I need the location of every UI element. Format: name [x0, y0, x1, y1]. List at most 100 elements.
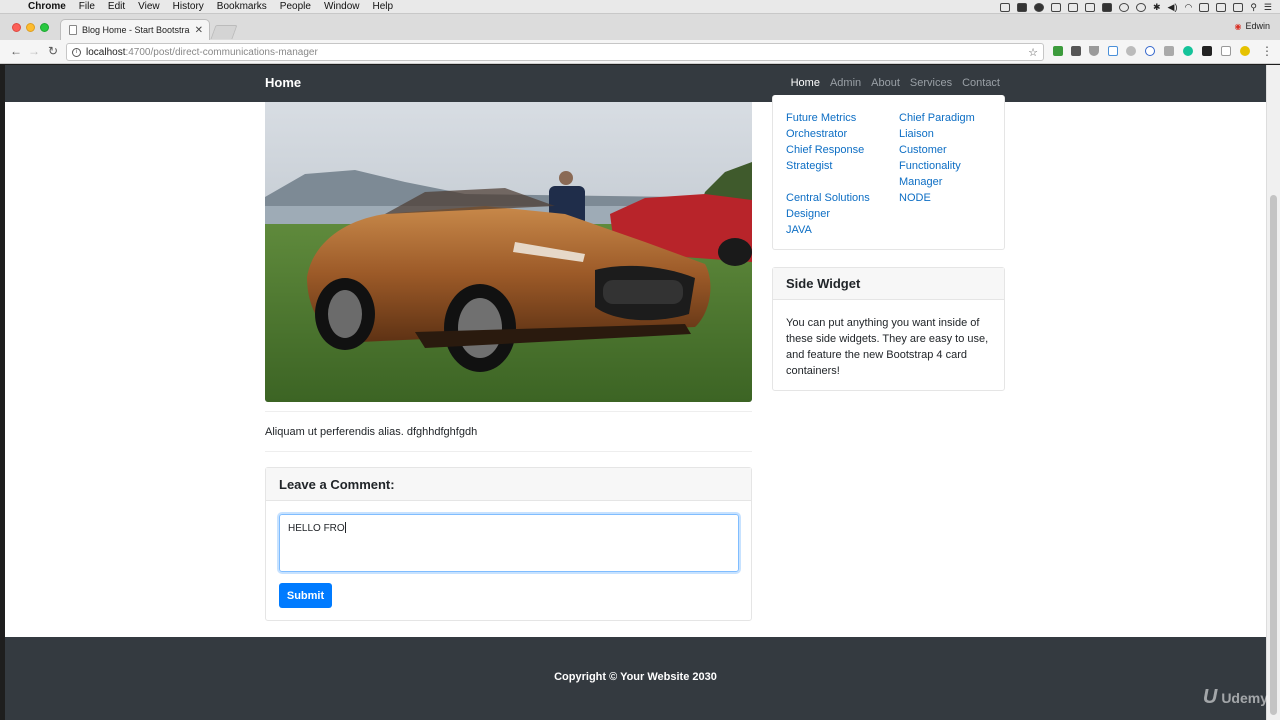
os-menubar: Chrome File Edit View History Bookmarks … — [0, 0, 1280, 14]
nav-services[interactable]: Services — [910, 77, 952, 89]
bookmark-star-icon[interactable]: ☆ — [1028, 46, 1038, 59]
tab-title: Blog Home - Start Bootstrap T — [82, 25, 190, 35]
nav-about[interactable]: About — [871, 77, 900, 89]
category-link[interactable]: Orchestrator — [786, 126, 891, 142]
forward-arrow-icon[interactable]: → — [27, 44, 41, 58]
extension-window-icon[interactable] — [1108, 46, 1118, 56]
extension-puzzle-icon[interactable] — [1164, 46, 1174, 56]
url-host: localhost — [86, 46, 126, 58]
chat-icon[interactable] — [1034, 2, 1044, 12]
chrome-menu-icon[interactable]: ⋮ — [1260, 44, 1274, 58]
notification-center-icon[interactable]: ☰ — [1264, 2, 1272, 13]
scrollbar-thumb[interactable] — [1270, 195, 1277, 715]
category-link[interactable]: Central Solutions — [786, 190, 891, 206]
airplay-icon[interactable] — [1216, 2, 1227, 12]
udemy-text: Udemy — [1221, 689, 1268, 706]
page-scrollbar[interactable] — [1266, 65, 1280, 720]
category-link[interactable]: JAVA — [786, 222, 891, 238]
browser-toolbar: ← → ↻ i localhost :4700/post/direct-comm… — [0, 40, 1280, 64]
window-minimize-button[interactable] — [26, 23, 35, 32]
menu-history[interactable]: History — [173, 1, 204, 12]
nav-admin[interactable]: Admin — [830, 77, 861, 89]
back-arrow-icon[interactable]: ← — [9, 44, 23, 58]
extension-smiley-icon[interactable] — [1240, 46, 1250, 56]
nav-contact[interactable]: Contact — [962, 77, 1000, 89]
category-link[interactable]: Designer — [786, 206, 891, 222]
category-link[interactable]: Future Metrics — [786, 110, 891, 126]
reload-icon[interactable]: ↻ — [46, 44, 60, 58]
menu-view[interactable]: View — [138, 1, 160, 12]
category-link[interactable]: NODE — [899, 190, 1004, 206]
category-spacer — [786, 174, 891, 190]
time-machine-icon[interactable] — [1136, 2, 1146, 12]
new-tab-button[interactable] — [210, 25, 238, 39]
site-info-icon[interactable]: i — [72, 47, 81, 57]
extension-evernote-icon[interactable] — [1071, 46, 1081, 56]
adobe-icon[interactable] — [1068, 2, 1078, 12]
extension-green-icon[interactable] — [1053, 46, 1063, 56]
udemy-logo-icon: U — [1202, 686, 1218, 708]
categories-left-column: Future Metrics Orchestrator Chief Respon… — [786, 110, 891, 238]
wifi-icon[interactable]: ◠ — [1184, 2, 1192, 13]
category-link[interactable]: Strategist — [786, 158, 891, 174]
post-image — [265, 102, 752, 402]
tab-strip: Blog Home - Start Bootstrap T ✕ ◉ Edwin — [0, 14, 1280, 40]
address-bar[interactable]: i localhost :4700/post/direct-communicat… — [66, 43, 1044, 61]
flag-icon[interactable] — [1233, 2, 1244, 12]
evernote-icon[interactable] — [1017, 2, 1027, 12]
volume-icon[interactable]: ◀) — [1168, 2, 1178, 13]
page-viewport: Home Home Admin About Services Contact A… — [5, 65, 1266, 720]
category-link[interactable]: Customer — [899, 142, 1004, 158]
extension-cloud-icon[interactable] — [1126, 46, 1136, 56]
footer-copyright: Copyright © Your Website 2030 — [554, 671, 717, 683]
url-path: :4700/post/direct-communications-manager — [125, 46, 318, 58]
post-excerpt: Aliquam ut perferendis alias. dfghhdfghf… — [265, 426, 478, 438]
comment-card: Leave a Comment: HELLO FRO Submit — [265, 467, 752, 621]
extension-globe-icon[interactable] — [1145, 46, 1155, 56]
tab-close-icon[interactable]: ✕ — [195, 25, 203, 36]
side-widget-body: You can put anything you want inside of … — [786, 317, 989, 377]
comment-card-header: Leave a Comment: — [266, 468, 751, 501]
extension-window2-icon[interactable] — [1221, 46, 1231, 56]
category-link[interactable]: Chief Paradigm — [899, 110, 1004, 126]
categories-right-column: Chief Paradigm Liaison Customer Function… — [899, 110, 1004, 206]
dropbox-icon[interactable] — [1102, 2, 1112, 12]
bluetooth-icon[interactable]: ✱ — [1153, 2, 1161, 13]
keyboard-icon[interactable] — [1051, 2, 1061, 12]
window-zoom-button[interactable] — [40, 23, 49, 32]
notes-icon[interactable] — [1085, 2, 1095, 12]
extension-dark-icon[interactable] — [1202, 46, 1212, 56]
profile-icon: ◉ — [1234, 21, 1242, 31]
category-link[interactable]: Liaison — [899, 126, 1004, 142]
navbar-brand[interactable]: Home — [265, 75, 301, 90]
category-link[interactable]: Chief Response — [786, 142, 891, 158]
browser-tab[interactable]: Blog Home - Start Bootstrap T ✕ — [60, 19, 210, 40]
categories-card: Future Metrics Orchestrator Chief Respon… — [772, 95, 1005, 250]
extension-filter-icon[interactable] — [1089, 46, 1099, 56]
menu-app-name[interactable]: Chrome — [28, 1, 66, 12]
submit-button[interactable]: Submit — [279, 583, 332, 608]
battery-icon[interactable] — [1199, 2, 1210, 12]
screen-record-icon[interactable] — [1000, 2, 1010, 12]
profile-button[interactable]: ◉ Edwin — [1235, 21, 1271, 31]
page-favicon-icon — [69, 25, 77, 35]
menu-file[interactable]: File — [79, 1, 95, 12]
site-footer: Copyright © Your Website 2030 — [5, 637, 1266, 720]
sync-icon[interactable] — [1119, 2, 1129, 12]
category-link[interactable]: Manager — [899, 174, 1004, 190]
window-close-button[interactable] — [12, 23, 21, 32]
nav-home[interactable]: Home — [791, 77, 820, 89]
comment-textarea[interactable]: HELLO FRO — [279, 514, 739, 572]
side-widget-title: Side Widget — [773, 268, 1004, 300]
menu-help[interactable]: Help — [373, 1, 394, 12]
menu-window[interactable]: Window — [324, 1, 360, 12]
status-icons: ✱ ◀) ◠ ⚲ ☰ — [1000, 0, 1272, 14]
menu-people[interactable]: People — [280, 1, 311, 12]
spotlight-icon[interactable]: ⚲ — [1250, 2, 1257, 13]
side-widget-card: Side Widget You can put anything you wan… — [772, 267, 1005, 391]
divider-bottom — [265, 451, 752, 452]
category-link[interactable]: Functionality — [899, 158, 1004, 174]
extension-grammarly-icon[interactable] — [1183, 46, 1193, 56]
menu-edit[interactable]: Edit — [108, 1, 125, 12]
menu-bookmarks[interactable]: Bookmarks — [217, 1, 267, 12]
